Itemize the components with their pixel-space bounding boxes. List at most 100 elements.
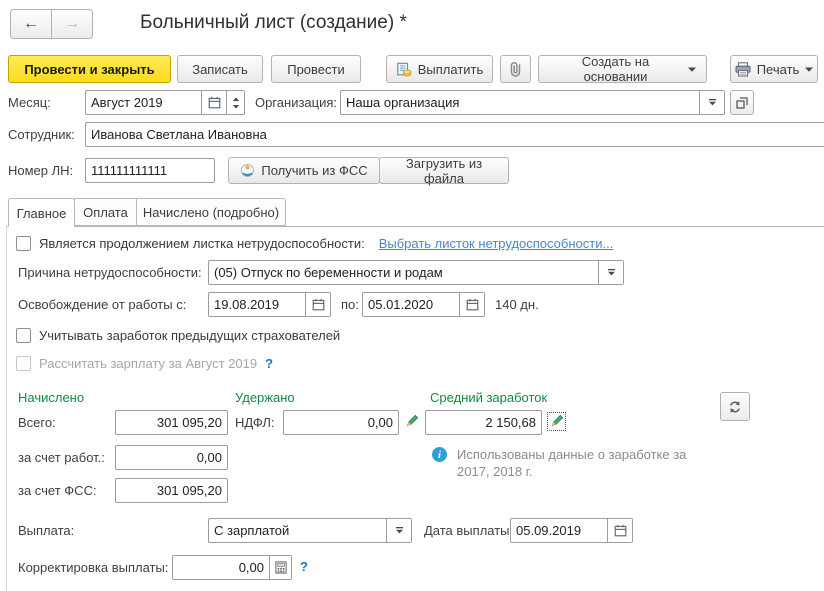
payment-date-label: Дата выплаты:: [424, 518, 513, 543]
prev-employers-label: Учитывать заработок предыдущих страховат…: [39, 328, 340, 343]
month-input[interactable]: [86, 91, 201, 114]
fss-part-input[interactable]: [116, 479, 227, 502]
post-button[interactable]: Провести: [271, 55, 361, 83]
employee-field[interactable]: [85, 122, 824, 147]
date-to-field[interactable]: [362, 292, 485, 317]
calendar-icon[interactable]: [305, 293, 330, 316]
load-from-file-label: Загрузить из файла: [390, 156, 498, 186]
withheld-header: Удержано: [235, 390, 295, 405]
date-to-input[interactable]: [363, 293, 459, 316]
fss-part-field[interactable]: [115, 478, 228, 503]
tab-payment-label: Оплата: [83, 205, 128, 220]
payment-combobox[interactable]: [208, 518, 412, 543]
recalculate-button[interactable]: [720, 392, 750, 421]
total-input[interactable]: [116, 411, 227, 434]
date-to-label: по:: [341, 292, 359, 317]
ndfl-field[interactable]: [283, 410, 399, 435]
month-field[interactable]: [85, 90, 245, 115]
tab-accrued-detail[interactable]: Начислено (подробно): [136, 198, 286, 226]
post-label: Провести: [287, 62, 345, 77]
back-button[interactable]: ←: [10, 9, 52, 39]
open-organization-button[interactable]: [730, 90, 754, 115]
get-from-fss-label: Получить из ФСС: [261, 163, 367, 178]
post-and-close-button[interactable]: Провести и закрыть: [8, 55, 171, 83]
refresh-icon: [728, 400, 742, 414]
continuation-label: Является продолжением листка нетрудоспос…: [39, 236, 365, 251]
page-title: Больничный лист (создание) *: [140, 12, 407, 34]
post-and-close-label: Провести и закрыть: [24, 62, 154, 77]
employer-part-field[interactable]: [115, 445, 228, 470]
forward-arrow-icon: →: [64, 15, 80, 33]
calculator-icon[interactable]: [269, 556, 291, 579]
continuation-checkbox[interactable]: [16, 236, 31, 251]
ln-number-input[interactable]: [86, 159, 214, 182]
attachments-button[interactable]: [500, 55, 531, 83]
ndfl-input[interactable]: [284, 411, 398, 434]
adjustment-help[interactable]: ?: [300, 559, 308, 574]
average-earnings-header: Средний заработок: [430, 390, 547, 405]
choose-sick-list-link[interactable]: Выбрать листок нетрудоспособности...: [379, 236, 614, 251]
get-from-fss-button[interactable]: Получить из ФСС: [228, 157, 380, 184]
calc-salary-checkbox: [16, 356, 31, 371]
chevron-down-icon[interactable]: [699, 91, 724, 114]
employer-part-label: за счет работ.:: [18, 445, 105, 470]
ndfl-label: НДФЛ:: [235, 410, 275, 435]
employer-part-input[interactable]: [116, 446, 227, 469]
chevron-down-icon[interactable]: [386, 519, 411, 542]
pay-coins-icon: [396, 62, 412, 77]
pay-button[interactable]: Выплатить: [386, 55, 493, 83]
nav-button-group: ← →: [10, 9, 93, 39]
back-arrow-icon: ←: [23, 15, 39, 33]
adjustment-input[interactable]: [173, 556, 269, 579]
menu-caret-icon: [805, 67, 813, 72]
create-on-basis-button[interactable]: Создать на основании: [538, 55, 707, 83]
ln-number-field[interactable]: [85, 158, 215, 183]
continuation-row: Является продолжением листка нетрудоспос…: [16, 236, 613, 251]
reason-combobox[interactable]: [208, 260, 624, 285]
print-button[interactable]: Печать: [730, 55, 818, 83]
chevron-down-icon[interactable]: [598, 261, 623, 284]
payment-date-field[interactable]: [510, 518, 633, 543]
load-from-file-button[interactable]: Загрузить из файла: [379, 157, 509, 184]
organization-label: Организация:: [255, 90, 337, 115]
write-button[interactable]: Записать: [177, 55, 263, 83]
date-from-field[interactable]: [208, 292, 331, 317]
total-label: Всего:: [18, 410, 56, 435]
edit-average-earnings-pencil-icon[interactable]: [549, 414, 564, 429]
info-icon: i: [432, 447, 447, 462]
calendar-icon[interactable]: [201, 91, 226, 114]
calendar-icon[interactable]: [459, 293, 484, 316]
average-earnings-field[interactable]: [425, 410, 542, 435]
total-field[interactable]: [115, 410, 228, 435]
average-earnings-input[interactable]: [426, 411, 541, 434]
create-on-basis-label: Создать на основании: [549, 54, 682, 84]
organization-field[interactable]: [340, 90, 725, 115]
tab-payment[interactable]: Оплата: [74, 198, 137, 226]
organization-input[interactable]: [341, 91, 699, 114]
payment-input[interactable]: [209, 519, 386, 542]
menu-caret-icon: [688, 67, 696, 72]
employee-input[interactable]: [86, 123, 824, 146]
date-from-input[interactable]: [209, 293, 305, 316]
month-spinner[interactable]: [226, 91, 244, 114]
edit-ndfl-pencil-icon[interactable]: [404, 414, 419, 429]
calendar-icon[interactable]: [607, 519, 632, 542]
prev-employers-checkbox[interactable]: [16, 328, 31, 343]
tab-main[interactable]: Главное: [8, 198, 75, 227]
tab-strip-line: [6, 226, 824, 227]
adjustment-field[interactable]: [172, 555, 292, 580]
write-label: Записать: [192, 62, 248, 77]
days-count: 140 дн.: [495, 292, 539, 317]
calc-salary-help[interactable]: ?: [265, 356, 273, 371]
printer-icon: [735, 62, 751, 77]
payment-date-input[interactable]: [511, 519, 607, 542]
pay-label: Выплатить: [418, 62, 484, 77]
payment-label: Выплата:: [18, 518, 74, 543]
calc-salary-label: Рассчитать зарплату за Август 2019: [39, 356, 257, 371]
accrued-header: Начислено: [18, 390, 84, 405]
reason-input[interactable]: [209, 261, 598, 284]
paperclip-icon: [509, 61, 522, 77]
open-link-icon: [736, 97, 748, 109]
tab-main-label: Главное: [17, 206, 67, 221]
calc-salary-row: Рассчитать зарплату за Август 2019 ?: [16, 356, 273, 371]
